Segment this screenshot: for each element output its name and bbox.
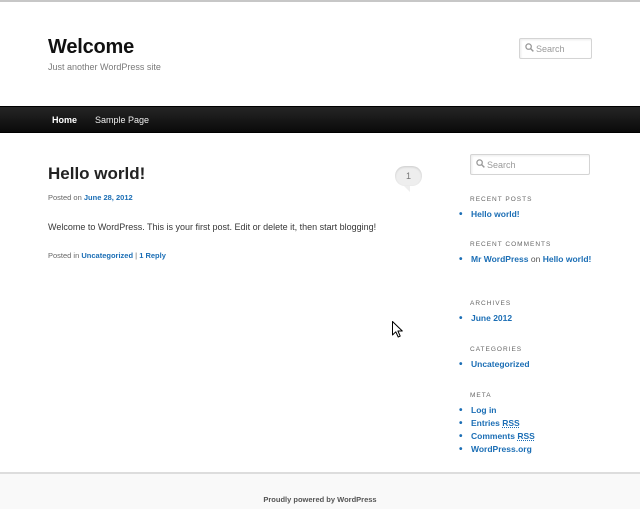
site-footer: Proudly powered by WordPress bbox=[0, 472, 640, 509]
category-link[interactable]: Uncategorized bbox=[81, 251, 133, 260]
posted-on-label: Posted on bbox=[48, 193, 82, 202]
comments-label: Comments bbox=[471, 431, 515, 441]
reply-link[interactable]: 1 Reply bbox=[139, 251, 166, 260]
search-icon bbox=[525, 43, 534, 52]
post-footer-meta: Posted in Uncategorized | 1 Reply bbox=[48, 251, 166, 260]
rss-abbr: RSS bbox=[502, 418, 520, 428]
meta-separator: | bbox=[135, 251, 138, 260]
comment-count-bubble[interactable]: 1 bbox=[395, 166, 422, 192]
rss-abbr: RSS bbox=[517, 431, 535, 441]
meta-list: Log in Entries RSS Comments RSS WordPres… bbox=[459, 404, 609, 456]
header-search-box[interactable] bbox=[519, 38, 592, 59]
recent-comments-list: Mr WordPress on Hello world! bbox=[459, 253, 609, 266]
powered-by-link[interactable]: Proudly powered by WordPress bbox=[0, 495, 640, 504]
nav-item-home[interactable]: Home bbox=[52, 115, 77, 125]
sidebar-search-box[interactable] bbox=[470, 154, 590, 175]
comments-rss-link[interactable]: Comments RSS bbox=[471, 431, 535, 441]
header-search-input[interactable] bbox=[536, 40, 587, 57]
site-description: Just another WordPress site bbox=[48, 62, 161, 72]
widget-title-meta: Meta bbox=[470, 392, 492, 399]
post-title[interactable]: Hello world! bbox=[48, 164, 145, 184]
search-icon bbox=[476, 159, 485, 168]
recent-posts-list: Hello world! bbox=[459, 208, 609, 221]
category-widget-link[interactable]: Uncategorized bbox=[471, 359, 530, 369]
site-title[interactable]: Welcome bbox=[48, 36, 134, 59]
list-item: Uncategorized bbox=[459, 358, 609, 371]
comment-on-text: on bbox=[530, 254, 541, 264]
sidebar-search-input[interactable] bbox=[487, 156, 585, 173]
list-item: Entries RSS bbox=[459, 417, 609, 430]
list-item: Log in bbox=[459, 404, 609, 417]
post-meta-date: Posted on June 28, 2012 bbox=[48, 193, 133, 202]
login-link[interactable]: Log in bbox=[471, 405, 497, 415]
widget-title-recent-comments: Recent Comments bbox=[470, 241, 552, 248]
archives-list: June 2012 bbox=[459, 312, 609, 325]
post-date-link[interactable]: June 28, 2012 bbox=[84, 193, 133, 202]
main-navigation: Home Sample Page bbox=[0, 106, 640, 133]
widget-title-categories: Categories bbox=[470, 346, 523, 353]
categories-list: Uncategorized bbox=[459, 358, 609, 371]
list-item: Mr WordPress on Hello world! bbox=[459, 253, 609, 266]
archive-link[interactable]: June 2012 bbox=[471, 313, 512, 323]
comment-author-link[interactable]: Mr WordPress bbox=[471, 254, 528, 264]
post-content: Welcome to WordPress. This is your first… bbox=[48, 222, 377, 232]
nav-item-sample-page[interactable]: Sample Page bbox=[95, 115, 149, 125]
mouse-pointer-icon bbox=[392, 321, 403, 338]
wordpress-org-link[interactable]: WordPress.org bbox=[471, 444, 532, 454]
top-border bbox=[0, 0, 640, 2]
entries-label: Entries bbox=[471, 418, 500, 428]
list-item: Comments RSS bbox=[459, 430, 609, 443]
list-item: June 2012 bbox=[459, 312, 609, 325]
recent-post-link[interactable]: Hello world! bbox=[471, 209, 520, 219]
widget-title-recent-posts: Recent Posts bbox=[470, 196, 533, 203]
comment-post-link[interactable]: Hello world! bbox=[543, 254, 592, 264]
list-item: Hello world! bbox=[459, 208, 609, 221]
posted-in-label: Posted in bbox=[48, 251, 80, 260]
widget-title-archives: Archives bbox=[470, 300, 512, 307]
list-item: WordPress.org bbox=[459, 443, 609, 456]
entries-rss-link[interactable]: Entries RSS bbox=[471, 418, 520, 428]
